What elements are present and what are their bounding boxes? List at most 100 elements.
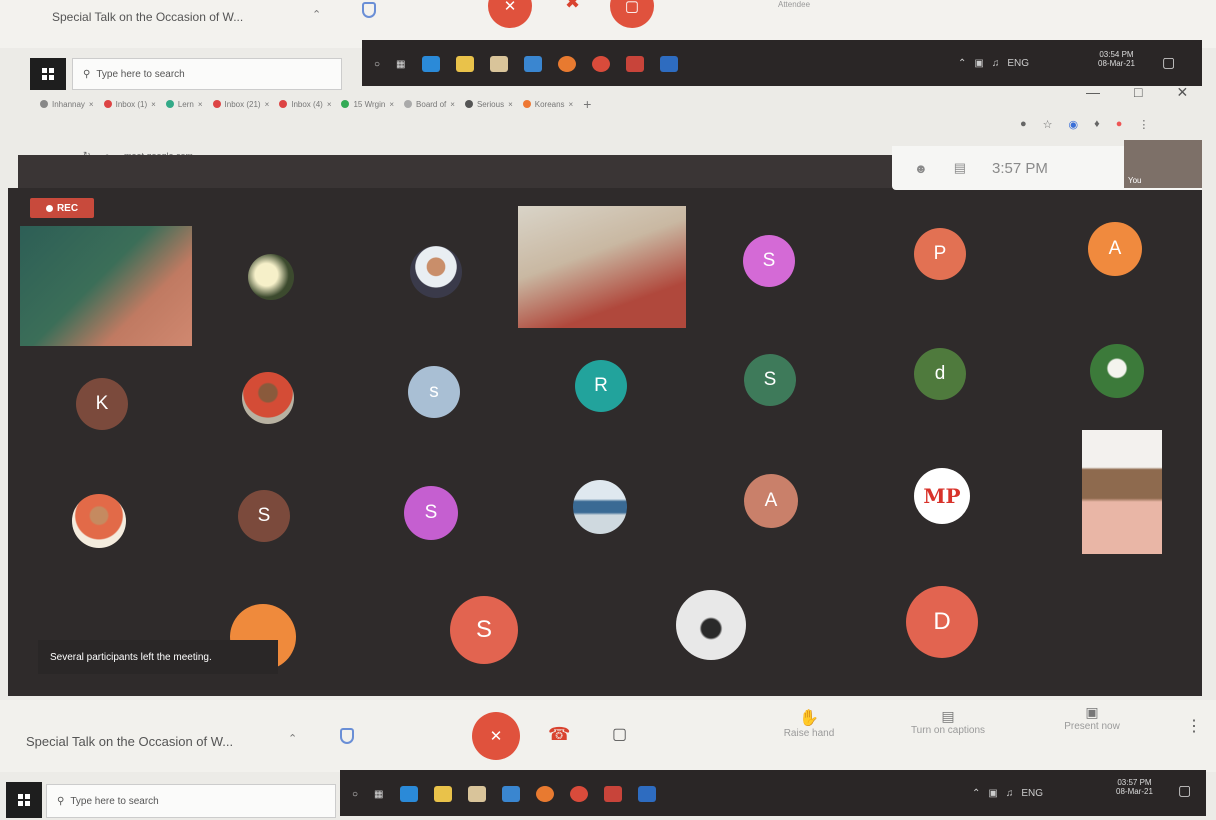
notification-icon[interactable]: ▢	[1178, 782, 1191, 799]
participant-video[interactable]	[518, 206, 686, 328]
participant-avatar-photo[interactable]	[248, 254, 294, 300]
participant-video[interactable]	[20, 226, 192, 346]
participant-avatar[interactable]: K	[76, 378, 128, 430]
word-icon[interactable]	[659, 56, 678, 72]
mic-off-button[interactable]: ✕	[472, 712, 520, 760]
tray-lang[interactable]: ENG	[1021, 788, 1043, 799]
powerpoint-icon[interactable]	[603, 786, 622, 802]
participant-avatar[interactable]: s	[408, 366, 460, 418]
participant-avatar[interactable]: S	[404, 486, 458, 540]
captions-button[interactable]: ▤ Turn on captions	[896, 708, 1000, 736]
store-icon[interactable]	[467, 786, 486, 802]
browser-tab[interactable]: Lern ×	[165, 100, 203, 109]
notification-icon[interactable]: ▢	[1162, 54, 1175, 71]
tray-chevron-icon[interactable]: ⌃	[958, 58, 966, 69]
browser-tab[interactable]: 15 Wrgin ×	[341, 100, 394, 109]
taskbar-clock[interactable]: 03:54 PM 08-Mar-21	[1098, 50, 1135, 68]
browser-tab[interactable]: Inbox (1) ×	[103, 100, 156, 109]
taskbar-search-box[interactable]: ⚲ Type here to search	[46, 784, 336, 818]
top-hangup-icon[interactable]: ✖	[565, 0, 580, 13]
cortana-icon[interactable]: ○	[352, 789, 358, 800]
store-icon[interactable]	[489, 56, 508, 72]
tray-lang[interactable]: ENG	[1007, 58, 1029, 69]
cortana-icon[interactable]: ○	[374, 59, 380, 70]
browser-tab[interactable]: Board of ×	[404, 100, 455, 109]
shield-icon[interactable]	[362, 2, 376, 18]
tab-close-icon[interactable]: ×	[508, 100, 513, 109]
bookmark-star-icon[interactable]: ☆	[1043, 118, 1053, 131]
edge-icon[interactable]	[399, 786, 418, 802]
mail-icon[interactable]	[501, 786, 520, 802]
participant-avatar-photo[interactable]	[410, 246, 462, 298]
top-meeting-title[interactable]: Special Talk on the Occasion of W...	[52, 10, 243, 24]
browser-menu-icon[interactable]: ⋮	[1138, 118, 1149, 131]
tab-close-icon[interactable]: ×	[265, 100, 270, 109]
profile-avatar[interactable]: ●	[1116, 118, 1123, 131]
raise-hand-button[interactable]: ✋ Raise hand	[776, 708, 842, 739]
participant-avatar-photo[interactable]	[242, 372, 294, 424]
participant-avatar[interactable]: S	[743, 235, 795, 287]
participant-avatar[interactable]: S	[744, 354, 796, 406]
participant-avatar[interactable]: d	[914, 348, 966, 400]
browser-tab[interactable]: Serious ×	[464, 100, 513, 109]
participant-avatar[interactable]: D	[906, 586, 978, 658]
people-icon[interactable]: ☻	[914, 161, 928, 176]
file-explorer-icon[interactable]	[433, 786, 452, 802]
tray-chevron-icon[interactable]: ⌃	[972, 788, 980, 799]
meeting-title[interactable]: Special Talk on the Occasion of W...	[26, 734, 233, 749]
firefox-icon[interactable]	[535, 786, 554, 802]
tab-close-icon[interactable]: ×	[198, 100, 203, 109]
self-view-video[interactable]: You	[1124, 140, 1202, 188]
participant-avatar-photo[interactable]	[72, 494, 126, 548]
participant-avatar-photo[interactable]	[573, 480, 627, 534]
participant-avatar-photo[interactable]	[1090, 344, 1144, 398]
tab-close-icon[interactable]: ×	[151, 100, 156, 109]
task-view-icon[interactable]: ▦	[396, 59, 405, 70]
taskbar-clock[interactable]: 03:57 PM 08-Mar-21	[1116, 778, 1153, 796]
present-now-button[interactable]: ▣ Present now	[1054, 704, 1130, 732]
tab-close-icon[interactable]: ×	[569, 100, 574, 109]
participant-avatar-photo[interactable]	[676, 590, 746, 660]
more-options-icon[interactable]: ⋮	[1186, 716, 1202, 736]
browser-tab[interactable]: Inhannay ×	[40, 100, 94, 109]
network-icon[interactable]: ▣	[988, 788, 997, 799]
mail-icon[interactable]	[523, 56, 542, 72]
powerpoint-icon[interactable]	[625, 56, 644, 72]
start-button[interactable]	[30, 58, 66, 90]
hang-up-button[interactable]: ☎	[548, 724, 570, 745]
browser-tab[interactable]: Koreans ×	[522, 100, 574, 109]
chevron-up-icon[interactable]: ⌃	[312, 8, 321, 21]
start-button[interactable]	[6, 782, 42, 818]
extension-icon[interactable]: ◉	[1069, 118, 1079, 131]
puzzle-icon[interactable]: ♦	[1094, 118, 1100, 131]
chrome-icon[interactable]	[569, 786, 588, 802]
participant-avatar[interactable]: R	[575, 360, 627, 412]
tab-close-icon[interactable]: ×	[450, 100, 455, 109]
edge-icon[interactable]	[421, 56, 440, 72]
participant-avatar[interactable]: S	[238, 490, 290, 542]
file-explorer-icon[interactable]	[455, 56, 474, 72]
chrome-icon[interactable]	[591, 56, 610, 72]
camera-button[interactable]: ▢	[612, 724, 627, 744]
tab-close-icon[interactable]: ×	[327, 100, 332, 109]
participant-avatar[interactable]: P	[914, 228, 966, 280]
task-view-icon[interactable]: ▦	[374, 789, 383, 800]
tab-close-icon[interactable]: ×	[389, 100, 394, 109]
participant-avatar[interactable]: A	[1088, 222, 1142, 276]
firefox-icon[interactable]	[557, 56, 576, 72]
browser-tab[interactable]: Inbox (21) ×	[212, 100, 270, 109]
participant-avatar[interactable]: S	[450, 596, 518, 664]
chat-icon[interactable]: ▤	[954, 160, 966, 176]
new-tab-button[interactable]: +	[583, 96, 591, 112]
cast-icon[interactable]: ●	[1020, 118, 1027, 131]
word-icon[interactable]	[637, 786, 656, 802]
taskbar-search-box[interactable]: ⚲ Type here to search	[72, 58, 342, 90]
participant-avatar[interactable]: MP	[914, 468, 970, 524]
participant-video[interactable]	[1082, 430, 1162, 554]
chevron-up-icon[interactable]: ⌃	[288, 732, 297, 745]
participant-avatar[interactable]: A	[744, 474, 798, 528]
volume-icon[interactable]: ♫	[992, 58, 1000, 69]
shield-icon[interactable]	[340, 728, 354, 744]
volume-icon[interactable]: ♫	[1006, 788, 1014, 799]
network-icon[interactable]: ▣	[974, 58, 983, 69]
